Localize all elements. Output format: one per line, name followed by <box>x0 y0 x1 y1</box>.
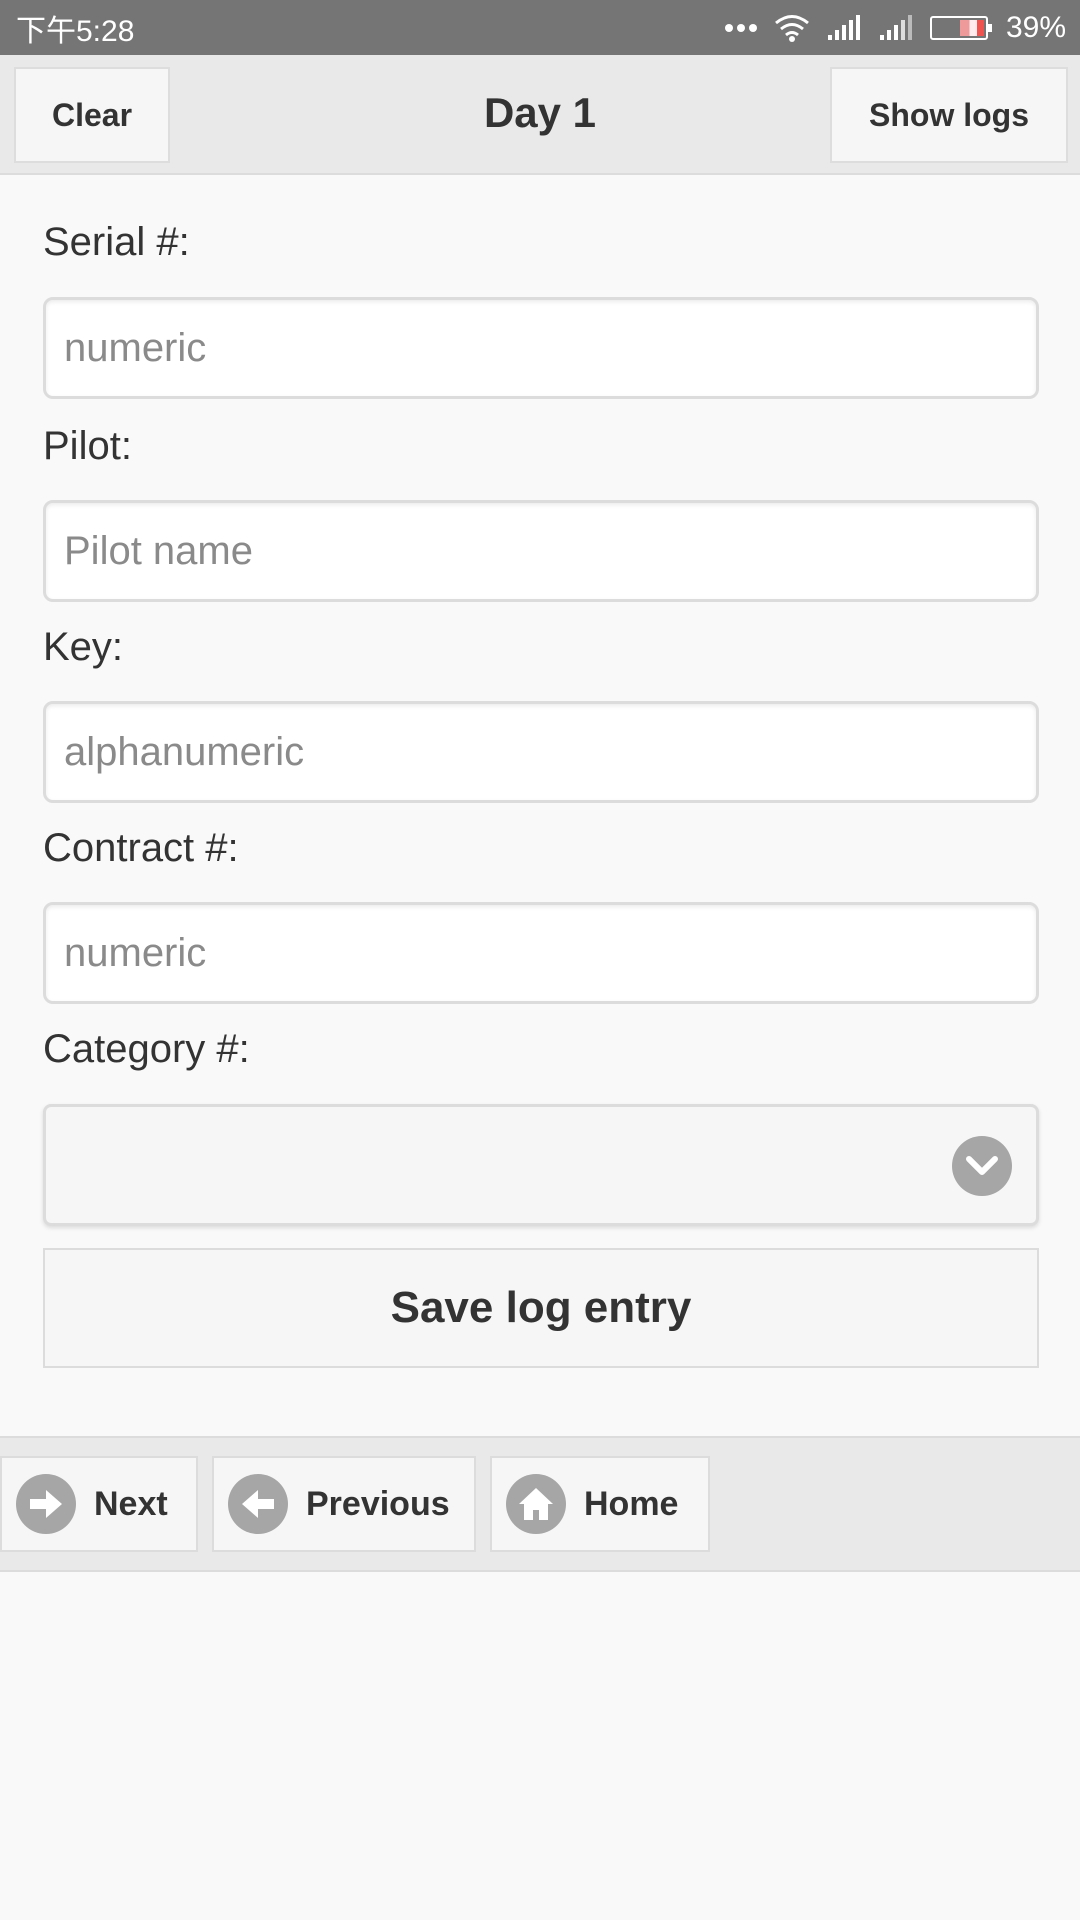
signal-icon <box>827 14 860 40</box>
home-icon <box>506 1474 566 1534</box>
pilot-input[interactable] <box>43 500 1039 602</box>
contract-label: Contract #: <box>43 826 239 870</box>
key-input[interactable] <box>43 701 1039 803</box>
battery-icon <box>929 15 992 40</box>
pilot-label: Pilot: <box>43 424 132 468</box>
serial-label: Serial #: <box>43 220 190 264</box>
clear-button[interactable]: Clear <box>14 67 170 163</box>
contract-input[interactable] <box>43 902 1039 1004</box>
serial-input[interactable] <box>43 297 1039 399</box>
status-time: 下午5:28 <box>16 14 135 48</box>
status-icons: 39% <box>724 11 1066 45</box>
footer-navbar: Next Previous Home <box>0 1436 1080 1572</box>
arrow-right-icon <box>16 1474 76 1534</box>
home-button[interactable]: Home <box>490 1456 710 1552</box>
more-dots-icon <box>724 23 757 32</box>
previous-button[interactable]: Previous <box>212 1456 476 1552</box>
next-label: Next <box>94 1484 168 1523</box>
wifi-icon <box>775 14 809 42</box>
previous-label: Previous <box>306 1484 450 1523</box>
category-label: Category #: <box>43 1027 250 1071</box>
next-button[interactable]: Next <box>0 1456 198 1552</box>
save-log-entry-button[interactable]: Save log entry <box>43 1248 1039 1368</box>
status-bar: 下午5:28 39% <box>0 0 1080 55</box>
arrow-left-icon <box>228 1474 288 1534</box>
show-logs-button[interactable]: Show logs <box>830 67 1068 163</box>
category-select[interactable] <box>43 1104 1039 1226</box>
header-toolbar: Day 1 Clear Show logs <box>0 55 1080 175</box>
battery-percent: 39% <box>1005 10 1066 44</box>
signal-icon <box>879 14 912 40</box>
home-label: Home <box>584 1484 679 1523</box>
key-label: Key: <box>43 625 124 669</box>
chevron-down-icon <box>952 1136 1012 1196</box>
